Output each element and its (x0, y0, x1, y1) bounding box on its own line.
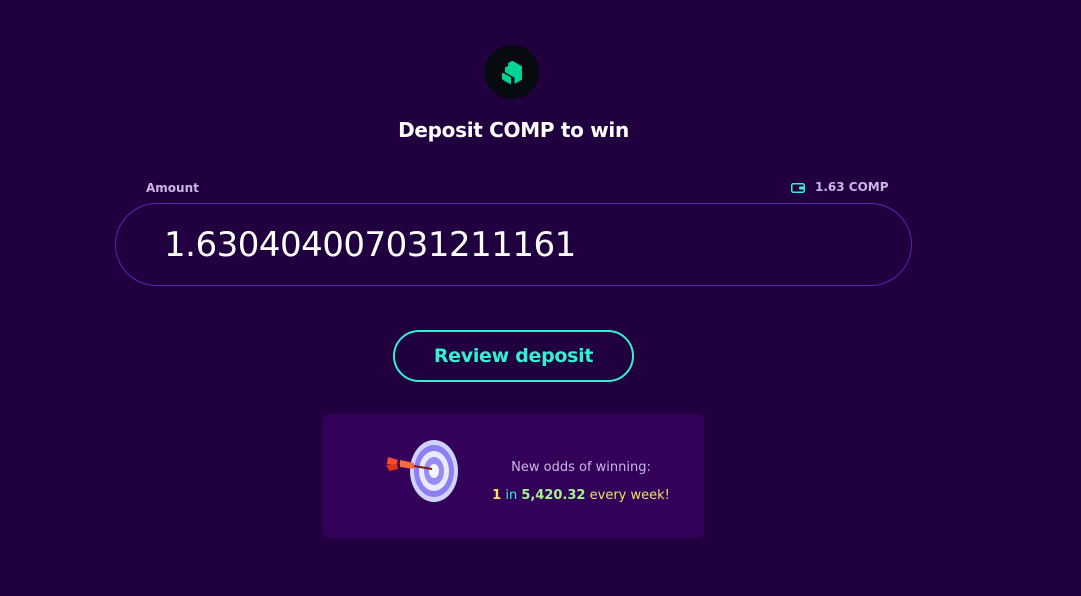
amount-input[interactable] (164, 224, 864, 265)
odds-line: 1 in 5,420.32 every week! (476, 482, 686, 510)
balance-text: 1.63 COMP (815, 180, 889, 194)
odds-one: 1 (492, 488, 502, 503)
amount-field[interactable] (115, 203, 912, 286)
wallet-balance[interactable]: 1.63 COMP (791, 180, 889, 194)
odds-tail: every week! (589, 488, 670, 503)
compound-logo-icon (485, 45, 539, 99)
odds-heading: New odds of winning: (511, 460, 651, 475)
page-title: Deposit COMP to win (398, 118, 629, 142)
odds-in: in (505, 488, 518, 503)
deposit-page: Deposit COMP to win Amount 1.63 COMP Rev… (0, 0, 1081, 596)
amount-label: Amount (146, 181, 199, 195)
odds-text: New odds of winning: 1 in 5,420.32 every… (476, 454, 686, 510)
review-deposit-button[interactable]: Review deposit (393, 330, 634, 382)
wallet-icon (791, 182, 805, 193)
odds-number: 5,420.32 (521, 488, 586, 503)
dartboard-icon (384, 437, 462, 505)
